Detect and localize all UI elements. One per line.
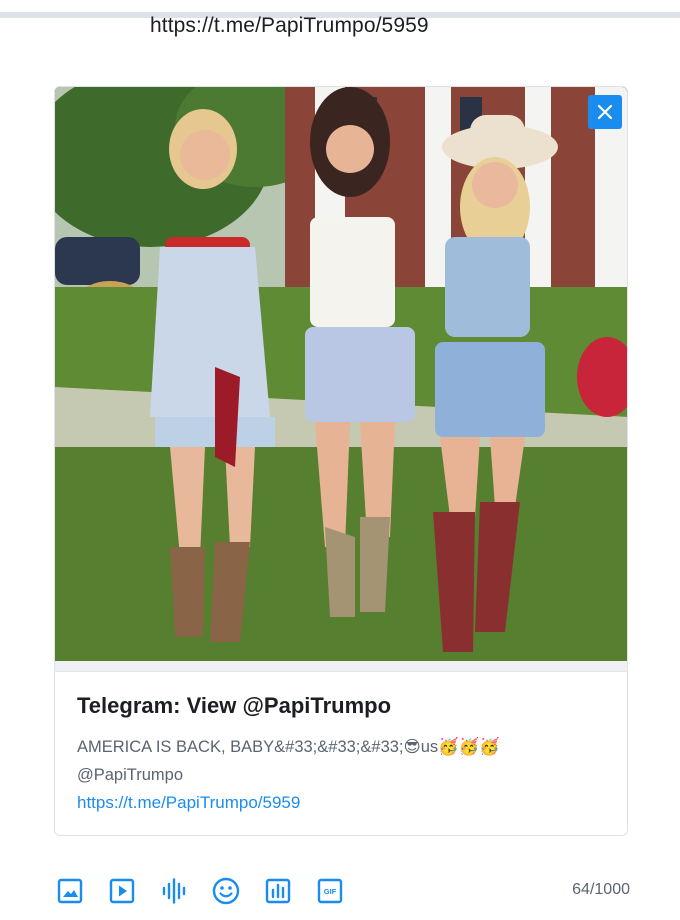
preview-image[interactable] [55, 87, 627, 661]
add-poll-button[interactable] [263, 876, 293, 906]
image-caption-strip [55, 661, 627, 672]
preview-description: AMERICA IS BACK, BABY&#33;&#33;&#33;😎us🥳… [77, 738, 500, 756]
add-audio-button[interactable] [159, 876, 189, 906]
audio-icon [162, 878, 186, 904]
composer-url-text[interactable]: https://t.me/PapiTrumpo/5959 [150, 14, 429, 38]
add-image-button[interactable] [55, 876, 85, 906]
add-emoji-button[interactable] [211, 876, 241, 906]
close-preview-button[interactable] [588, 95, 622, 129]
emoji-icon [212, 877, 240, 905]
preview-link[interactable]: https://t.me/PapiTrumpo/5959 [77, 793, 607, 813]
gif-icon-label: GIF [324, 887, 337, 896]
preview-title: Telegram: View @PapiTrumpo [77, 693, 392, 718]
image-icon [57, 878, 83, 904]
character-counter: 64/1000 [572, 881, 630, 898]
preview-body: Telegram: View @PapiTrumpo AMERICA IS BA… [77, 693, 607, 813]
add-video-button[interactable] [107, 876, 137, 906]
link-preview-card: Telegram: View @PapiTrumpo AMERICA IS BA… [54, 86, 628, 836]
preview-handle: @PapiTrumpo [77, 766, 184, 784]
gif-icon: GIF [317, 878, 343, 904]
composer-toolbar: GIF [55, 876, 367, 906]
poll-icon [265, 878, 291, 904]
add-gif-button[interactable]: GIF [315, 876, 345, 906]
close-icon [597, 104, 613, 120]
video-icon [109, 878, 135, 904]
